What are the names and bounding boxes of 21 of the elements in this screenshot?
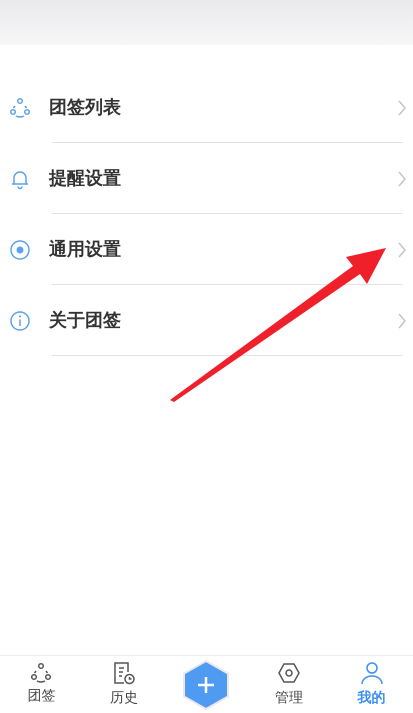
menu-item[interactable]: 关于团签 <box>0 285 413 356</box>
menu-label: 通用设置 <box>49 238 122 262</box>
radio-dot-icon <box>9 238 31 260</box>
person-icon <box>358 660 385 686</box>
info-icon <box>9 310 31 332</box>
menu-label: 关于团签 <box>49 309 122 333</box>
chevron-right-icon <box>397 170 407 186</box>
chevron-right-icon <box>397 242 407 258</box>
tab[interactable]: 管理 <box>248 660 330 709</box>
group-icon <box>9 96 31 118</box>
menu-item[interactable]: 通用设置 <box>0 214 413 285</box>
tab[interactable]: 团签 <box>0 662 83 707</box>
add-button[interactable] <box>182 660 230 710</box>
chevron-right-icon <box>397 100 407 116</box>
menu-item[interactable]: 提醒设置 <box>0 143 413 214</box>
menu-label: 提醒设置 <box>49 167 122 191</box>
menu-label: 团签列表 <box>49 96 122 120</box>
group-icon <box>30 662 52 684</box>
menu-item[interactable]: 团签列表 <box>0 72 413 143</box>
chevron-right-icon <box>397 312 407 328</box>
tab[interactable]: 历史 <box>82 660 166 709</box>
